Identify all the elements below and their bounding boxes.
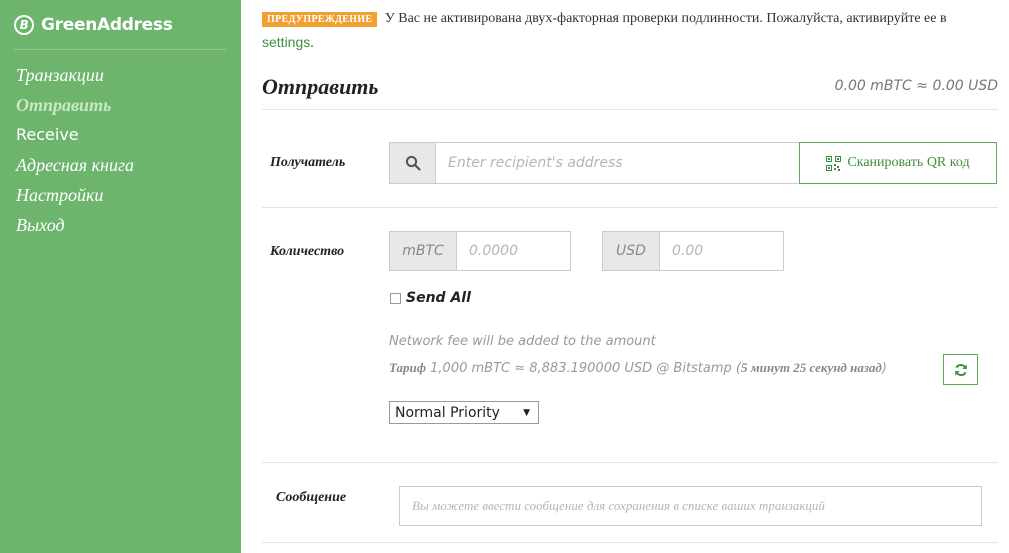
send-all-checkbox[interactable]: Send All <box>390 290 471 306</box>
sidebar-divider <box>14 49 226 50</box>
recipient-label: Получатель <box>270 155 346 170</box>
brand[interactable]: B GreenAddress <box>14 10 173 40</box>
brand-name: GreenAddress <box>41 15 173 35</box>
rate-close: ) <box>881 361 887 376</box>
scan-qr-label: Сканировать QR код <box>847 155 970 170</box>
checkbox-box[interactable] <box>390 292 401 304</box>
qr-code-icon <box>826 155 842 171</box>
mbtc-unit-addon: mBTC <box>389 231 457 271</box>
priority-select[interactable]: Normal Priority ▼ <box>389 401 539 424</box>
title-divider <box>262 109 998 110</box>
settings-link[interactable]: settings <box>262 34 310 50</box>
rate-time: 5 минут 25 секунд назад <box>741 360 882 375</box>
message-input[interactable] <box>399 486 982 526</box>
fee-note: Network fee will be added to the amount <box>389 334 656 349</box>
amount-label: Количество <box>270 244 345 259</box>
balance-display: 0.00 mBTC ≈ 0.00 USD <box>834 78 998 94</box>
refresh-rate-button[interactable] <box>943 354 978 385</box>
warning-badge: ПРЕДУПРЕЖДЕНИЕ <box>262 12 378 27</box>
usd-amount-input[interactable] <box>659 231 784 271</box>
rate-label: Тариф <box>389 360 427 375</box>
amount-divider <box>262 462 998 463</box>
btc-amount-input[interactable] <box>456 231 571 271</box>
sidebar: B GreenAddress Транзакции Отправить Rece… <box>0 0 241 553</box>
warning-text: У Вас не активирована двух-факторная про… <box>384 11 947 26</box>
scan-qr-button[interactable]: Сканировать QR код <box>799 142 997 184</box>
sidebar-item-logout[interactable]: Выход <box>16 210 134 240</box>
sidebar-item-send[interactable]: Отправить <box>16 90 134 120</box>
sidebar-item-receive[interactable]: Receive <box>16 120 134 150</box>
send-all-label: Send All <box>406 290 471 306</box>
recipient-divider <box>262 207 998 208</box>
warning-suffix: . <box>310 36 314 51</box>
bitcoin-shield-logo-icon: B <box>14 15 34 35</box>
exchange-rate: Тариф 1,000 mBTC ≈ 8,883.190000 USD @ Bi… <box>389 360 887 376</box>
sidebar-item-settings[interactable]: Настройки <box>16 180 134 210</box>
sidebar-item-transactions[interactable]: Транзакции <box>16 60 134 90</box>
priority-selected: Normal Priority <box>395 404 500 421</box>
page-title: Отправить <box>262 74 379 99</box>
caret-down-icon: ▼ <box>523 407 530 418</box>
refresh-icon <box>954 363 967 376</box>
message-divider <box>262 542 998 543</box>
sidebar-item-address-book[interactable]: Адресная книга <box>16 150 134 180</box>
usd-unit-addon: USD <box>602 231 660 271</box>
sidebar-nav: Транзакции Отправить Receive Адресная кн… <box>16 60 134 240</box>
rate-value: 1,000 mBTC ≈ 8,883.190000 USD @ Bitstamp… <box>430 361 741 376</box>
message-label: Сообщение <box>276 490 347 505</box>
search-icon <box>389 142 436 184</box>
two-factor-warning: ПРЕДУПРЕЖДЕНИЕ У Вас не активирована дву… <box>262 8 992 55</box>
recipient-address-input[interactable] <box>435 142 800 184</box>
